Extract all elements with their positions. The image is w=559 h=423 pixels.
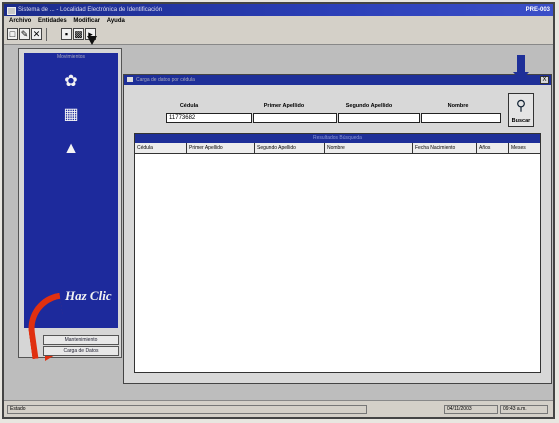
results-title: Resultados Búsqueda xyxy=(135,134,540,143)
buscar-button[interactable]: ⚲ Buscar xyxy=(508,93,534,127)
sidebar-item-mantenimiento[interactable]: Mantenimiento xyxy=(43,335,119,345)
menu-entidades[interactable]: Entidades xyxy=(38,18,67,24)
column-header-meses[interactable]: Meses xyxy=(509,143,540,153)
window-title: Sistema de ... - Localidad Electrónica d… xyxy=(18,7,163,13)
status-date: 04/11/2003 xyxy=(444,405,498,414)
menu-archivo[interactable]: Archivo xyxy=(9,18,31,24)
dialog-title-bar: Carga de datos por cédula X xyxy=(124,75,551,85)
sidebar: Movimientos ✿ ▦ ▲ Haz Clic Mantenimiento… xyxy=(18,48,122,361)
person-icon[interactable]: ▲ xyxy=(60,140,82,158)
column-header-anos[interactable]: Años xyxy=(477,143,509,153)
edit-icon[interactable]: ✎ xyxy=(19,28,30,40)
dialog-icon xyxy=(127,77,133,82)
segundo-apellido-input[interactable] xyxy=(338,113,420,123)
column-header-nombre[interactable]: Nombre xyxy=(325,143,413,153)
nombre-label: Nombre xyxy=(447,103,469,109)
dialog-title: Carga de datos por cédula xyxy=(136,77,195,83)
menu-ayuda[interactable]: Ayuda xyxy=(107,18,125,24)
results-header-row: Cédula Primer Apellido Segundo Apellido … xyxy=(135,143,540,154)
app-window: Sistema de ... - Localidad Electrónica d… xyxy=(2,2,555,419)
print-icon[interactable]: ▩ xyxy=(73,28,84,40)
sidebar-header: Movimientos xyxy=(56,54,86,60)
column-header-fecha-nacimiento[interactable]: Fecha Nacimiento xyxy=(413,143,477,153)
results-table: Resultados Búsqueda Cédula Primer Apelli… xyxy=(134,133,541,373)
menu-bar: Archivo Entidades Modificar Ayuda xyxy=(4,16,553,26)
menu-modificar[interactable]: Modificar xyxy=(73,18,100,24)
column-header-cedula[interactable]: Cédula xyxy=(135,143,187,153)
pointer-arrow-shaft xyxy=(517,55,525,73)
column-header-segundo-apellido[interactable]: Segundo Apellido xyxy=(255,143,325,153)
search-icon: ⚲ xyxy=(515,97,527,113)
haz-clic-hint: Haz Clic xyxy=(65,288,112,303)
primer-apellido-label: Primer Apellido xyxy=(263,103,305,109)
status-text: Estado xyxy=(7,405,367,414)
pointer-arrow-icon xyxy=(87,36,97,45)
primer-apellido-input[interactable] xyxy=(253,113,337,123)
cedula-label: Cédula xyxy=(179,103,199,109)
new-document-icon[interactable]: □ xyxy=(7,28,18,40)
window-title-right: PRE-003 xyxy=(525,7,550,13)
toolbar-separator xyxy=(46,28,47,41)
title-bar: Sistema de ... - Localidad Electrónica d… xyxy=(4,4,553,16)
delete-icon[interactable]: ✕ xyxy=(31,28,42,40)
sidebar-panel: Movimientos ✿ ▦ ▲ xyxy=(24,53,118,328)
nombre-input[interactable] xyxy=(421,113,501,123)
pointer-arrow-down-icon xyxy=(513,72,529,81)
sidebar-item-carga-de-datos[interactable]: Carga de Datos xyxy=(43,346,119,356)
column-header-primer-apellido[interactable]: Primer Apellido xyxy=(187,143,255,153)
buscar-label: Buscar xyxy=(511,118,531,124)
app-icon[interactable] xyxy=(7,7,16,15)
segundo-apellido-label: Segundo Apellido xyxy=(345,103,393,109)
cedula-input[interactable]: 11773682 xyxy=(166,113,252,123)
status-time: 09:43 a.m. xyxy=(500,405,548,414)
close-icon[interactable]: X xyxy=(540,76,549,84)
save-icon[interactable]: ▪ xyxy=(61,28,72,40)
search-dialog: Carga de datos por cédula X Cédula Prime… xyxy=(123,55,552,384)
fingerprint-icon[interactable]: ✿ xyxy=(60,73,82,91)
status-bar: Estado 04/11/2003 09:43 a.m. xyxy=(4,400,553,417)
book-icon[interactable]: ▦ xyxy=(60,106,82,124)
toolbar: □ ✎ ✕ ▪ ▩ ▸ xyxy=(4,26,553,45)
